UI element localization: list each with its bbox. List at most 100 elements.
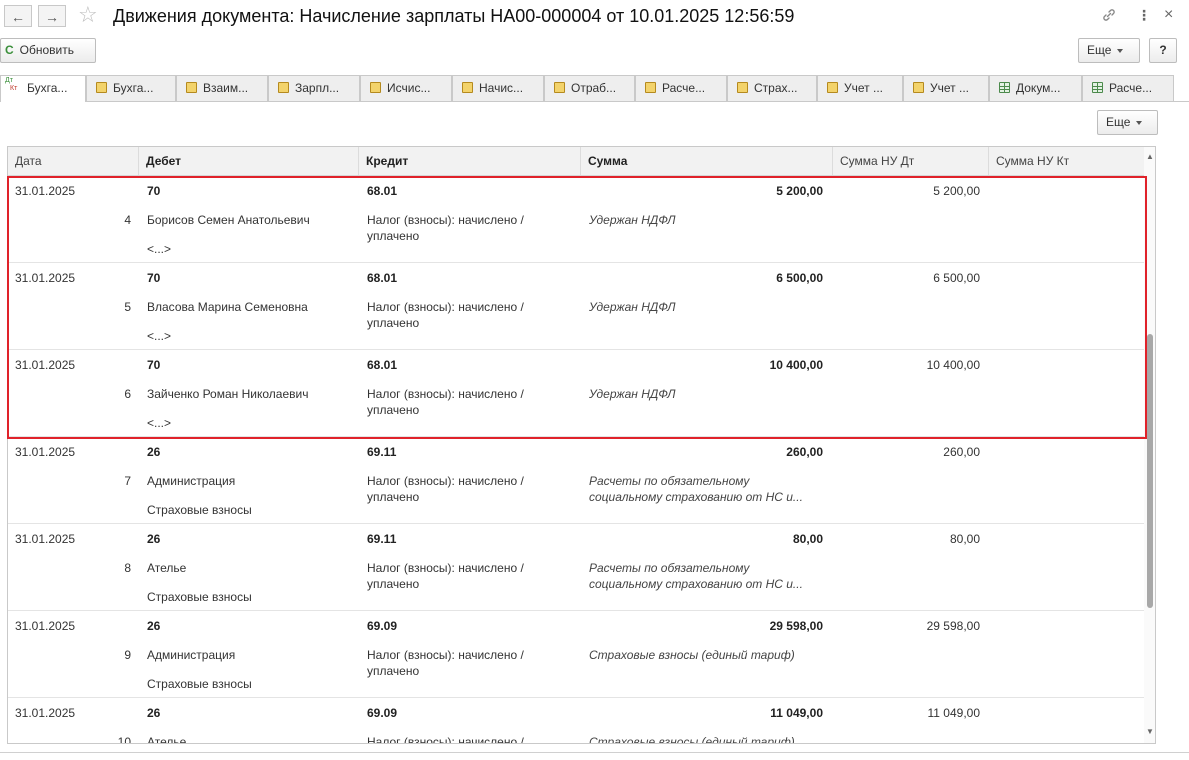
cell-credit-sub1: Налог (взносы): начислено / — [367, 474, 524, 488]
cell-debit-sub1: Ателье — [147, 561, 187, 575]
tab-calculated[interactable]: Исчис... — [360, 75, 452, 101]
link-icon[interactable] — [1101, 7, 1117, 26]
help-button[interactable]: ? — [1149, 38, 1177, 63]
register-tabs: Дт Кт Бухга... Бухга... Взаим... Зарпл...… — [0, 75, 1189, 102]
tab-insurance[interactable]: Страх... — [727, 75, 817, 101]
help-icon: ? — [1159, 43, 1167, 57]
tab-label: Взаим... — [203, 81, 249, 95]
table-row[interactable]: 31.01.2025 10 26 Ателье 69.09 Налог (взносы):… — [8, 698, 1144, 744]
column-header-date[interactable]: Дата — [8, 147, 139, 175]
cell-credit: 68.01 — [367, 358, 398, 372]
window-bottom-border — [0, 752, 1189, 753]
forward-button[interactable]: → — [38, 5, 66, 27]
tab-accounting-1[interactable]: Учет ... — [817, 75, 903, 101]
tab-label: Страх... — [754, 81, 798, 95]
table-row[interactable]: 31.01.2025 4 70 Борисов Семен Анатольевич <.… — [8, 176, 1144, 263]
cell-credit: 68.01 — [367, 184, 398, 198]
cell-num: 7 — [124, 474, 131, 488]
cell-date: 31.01.2025 — [15, 532, 76, 546]
more-icon[interactable]: ⋮ — [1137, 7, 1151, 23]
tab-label: Докум... — [1016, 81, 1061, 95]
tab-label: Учет ... — [844, 81, 883, 95]
cell-debit-sub2: Страховые взносы — [147, 590, 252, 604]
more-button[interactable]: Еще — [1078, 38, 1140, 63]
tab-accruals[interactable]: Начис... — [452, 75, 544, 101]
scroll-up-icon[interactable]: ▲ — [1146, 152, 1154, 161]
table-row[interactable]: 31.01.2025 6 70 Зайченко Роман Николаевич <.… — [8, 350, 1144, 437]
cell-sum: 10 400,00 — [769, 358, 823, 372]
column-header-sum-nu-dt[interactable]: Сумма НУ Дт — [833, 147, 989, 175]
title-bar: ← → ☆ Движения документа: Начисление зар… — [0, 0, 1189, 34]
cell-credit-sub1: Налог (взносы): начислено / — [367, 387, 524, 401]
cell-debit-sub2: <...> — [147, 242, 172, 256]
tab-accounting-register-2[interactable]: Бухга... — [86, 75, 176, 101]
cell-credit-sub2: уплачено — [367, 664, 420, 678]
tab-settlements[interactable]: Взаим... — [176, 75, 268, 101]
register-icon — [737, 82, 748, 93]
cell-debit-sub2: <...> — [147, 416, 172, 430]
postings-table: Дата Дебет Кредит Сумма Сумма НУ Дт Сумм… — [7, 146, 1156, 744]
cell-nu-dt: 80,00 — [949, 532, 980, 546]
column-header-sum[interactable]: Сумма — [581, 147, 833, 175]
cell-content1: Страховые взносы (единый тариф) — [589, 735, 795, 744]
tab-calculations[interactable]: Расче... — [635, 75, 727, 101]
cell-credit-sub1: Налог (взносы): начислено / — [367, 213, 524, 227]
cell-debit-sub1: Администрация — [147, 648, 236, 662]
tab-accounting-register[interactable]: Дт Кт Бухга... — [0, 75, 86, 102]
tab-calculations-table[interactable]: Расче... — [1082, 75, 1174, 101]
refresh-label: Обновить — [19, 43, 75, 57]
table-row[interactable]: 31.01.2025 7 26 Администрация Страховые взно… — [8, 437, 1144, 524]
tab-documents[interactable]: Докум... — [989, 75, 1082, 101]
cell-sum: 11 049,00 — [770, 706, 823, 720]
caret-down-icon — [1136, 120, 1143, 125]
tab-worked-time[interactable]: Отраб... — [544, 75, 635, 101]
table-row[interactable]: 31.01.2025 9 26 Администрация Страховые взно… — [8, 611, 1144, 698]
cell-nu-dt: 260,00 — [943, 445, 980, 459]
cell-debit-sub2: Страховые взносы — [147, 503, 252, 517]
table-more-label: Еще — [1106, 115, 1131, 129]
refresh-button[interactable]: C Обновить — [0, 38, 96, 63]
tab-label: Расче... — [1109, 81, 1153, 95]
scroll-thumb[interactable] — [1147, 334, 1153, 608]
cell-sum: 5 200,00 — [776, 184, 823, 198]
close-icon[interactable]: × — [1164, 7, 1173, 23]
cell-date: 31.01.2025 — [15, 358, 76, 372]
tab-label: Начис... — [479, 81, 524, 95]
tab-label: Зарпл... — [295, 81, 340, 95]
cell-sum: 6 500,00 — [776, 271, 823, 285]
cell-date: 31.01.2025 — [15, 184, 76, 198]
vertical-scrollbar[interactable]: ▲ ▼ — [1144, 147, 1155, 743]
back-button[interactable]: ← — [4, 5, 32, 27]
cell-nu-dt: 11 049,00 — [927, 706, 981, 720]
cell-content1: Страховые взносы (единый тариф) — [589, 648, 795, 662]
star-icon[interactable]: ☆ — [78, 3, 98, 27]
cell-credit-sub1: Налог (взносы): начислено / — [367, 648, 524, 662]
cell-debit-sub1: Администрация — [147, 474, 236, 488]
column-header-debit[interactable]: Дебет — [139, 147, 359, 175]
cell-debit: 70 — [147, 184, 161, 198]
column-header-credit[interactable]: Кредит — [359, 147, 581, 175]
cell-debit-sub1: Ателье — [147, 735, 187, 744]
cell-num: 8 — [124, 561, 131, 575]
scroll-down-icon[interactable]: ▼ — [1146, 727, 1154, 736]
table-row[interactable]: 31.01.2025 5 70 Власова Марина Семеновна <..… — [8, 263, 1144, 350]
cell-debit-sub2: <...> — [147, 329, 172, 343]
more-label: Еще — [1087, 43, 1112, 57]
table-more-button[interactable]: Еще — [1097, 110, 1158, 135]
cell-credit-sub2: уплачено — [367, 577, 420, 591]
cell-sum: 29 598,00 — [769, 619, 823, 633]
cell-debit: 26 — [147, 619, 161, 633]
register-icon — [96, 82, 107, 93]
cell-content1: Расчеты по обязательному — [589, 474, 750, 488]
tab-accounting-2[interactable]: Учет ... — [903, 75, 989, 101]
table-row[interactable]: 31.01.2025 8 26 Ателье Страховые взносы 69.11… — [8, 524, 1144, 611]
cell-debit: 70 — [147, 358, 161, 372]
cell-content2: социальному страхованию от НС и... — [589, 577, 803, 591]
tab-salary[interactable]: Зарпл... — [268, 75, 360, 101]
cell-credit-sub2: уплачено — [367, 490, 420, 504]
cell-credit: 68.01 — [367, 271, 398, 285]
tab-label: Бухга... — [113, 81, 154, 95]
tab-label: Расче... — [662, 81, 706, 95]
cell-sum: 80,00 — [792, 532, 823, 546]
column-header-sum-nu-kt[interactable]: Сумма НУ Кт — [989, 147, 1144, 175]
